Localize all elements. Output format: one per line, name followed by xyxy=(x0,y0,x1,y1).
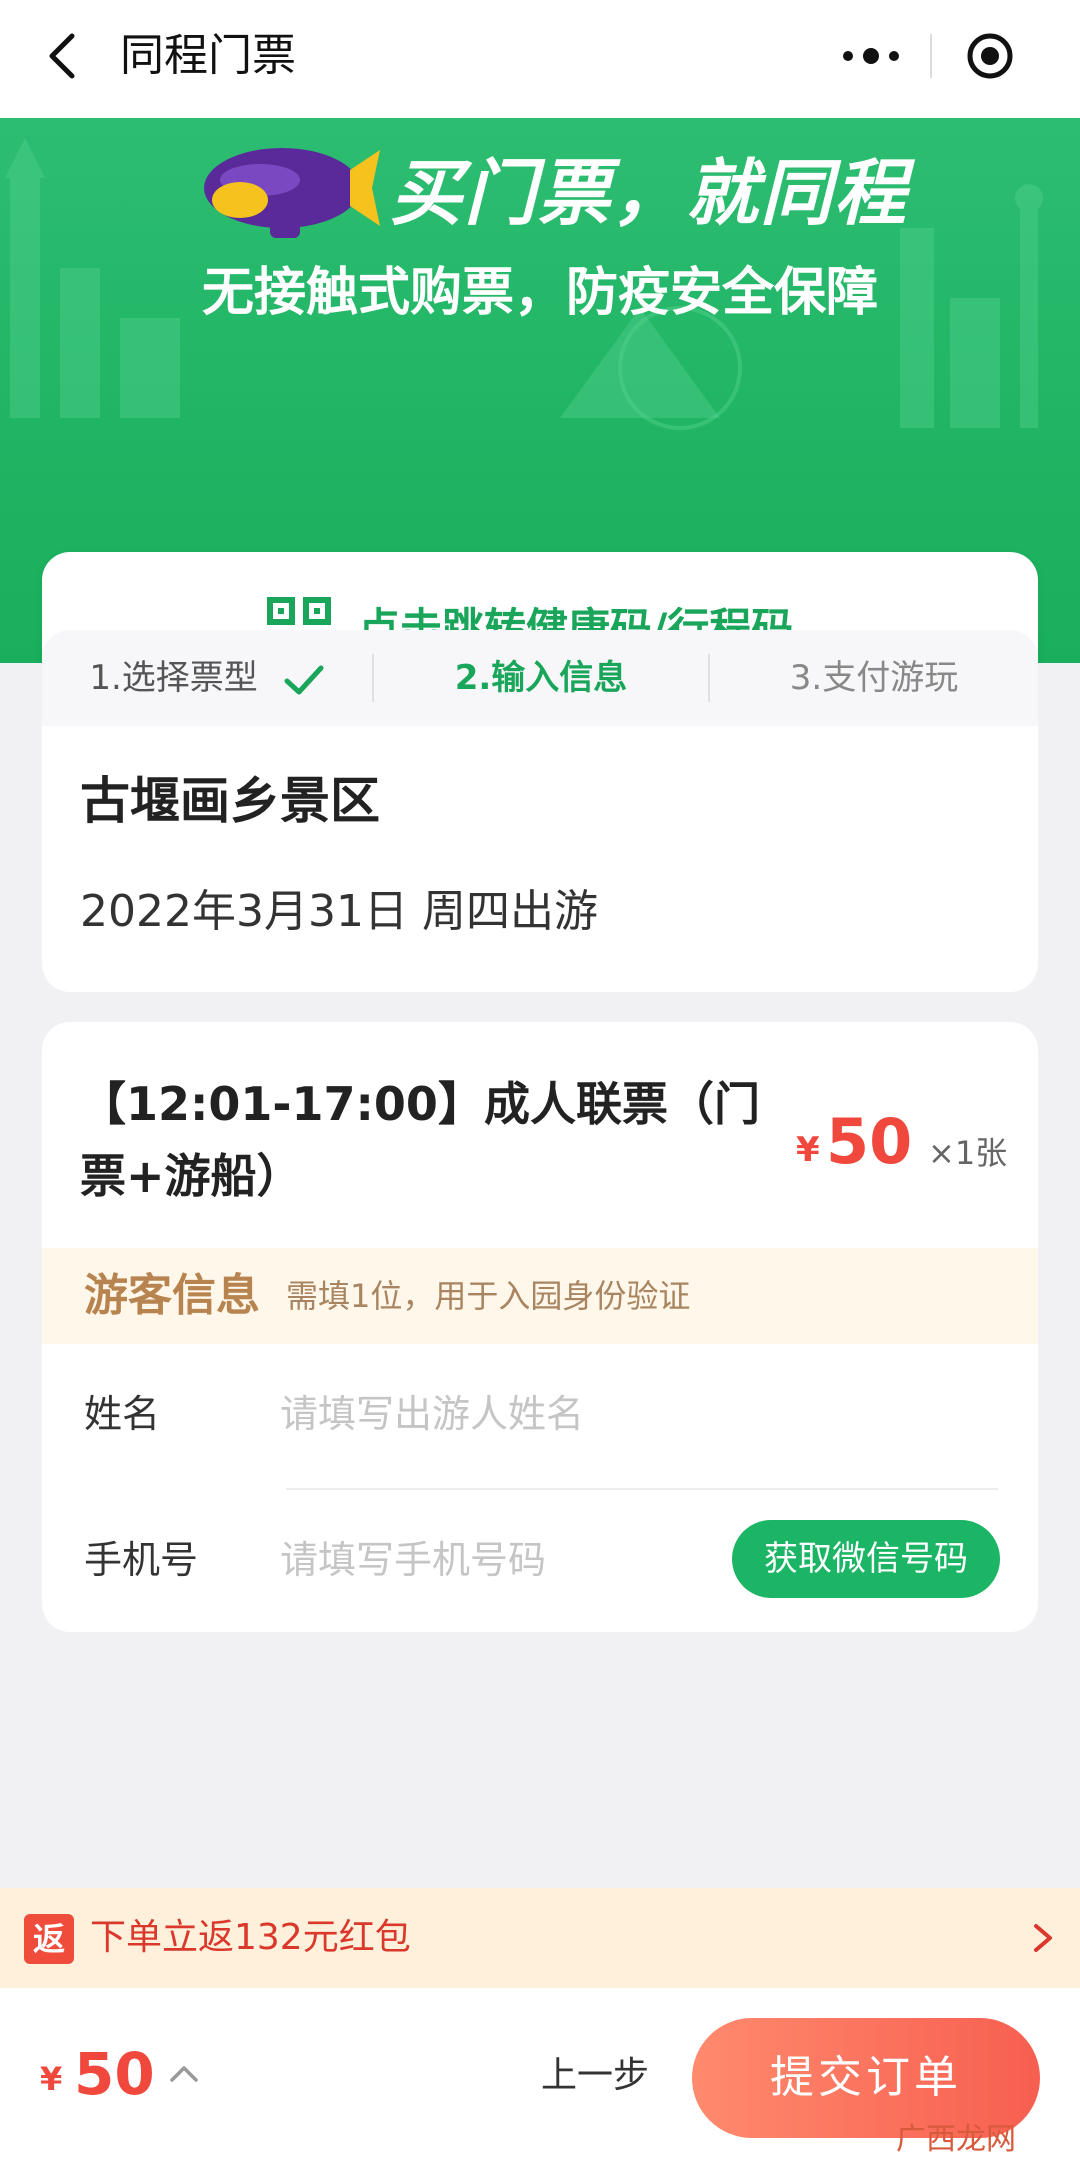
more-dots-icon[interactable] xyxy=(836,36,906,76)
visit-date: 2022年3月31日 周四出游 xyxy=(80,886,598,937)
circle-target-icon[interactable] xyxy=(966,32,1014,80)
checkmark-icon xyxy=(284,665,324,694)
page-title: 同程门票 xyxy=(120,30,296,81)
chevron-up-icon[interactable] xyxy=(166,2056,202,2092)
step-select-ticket: 1.选择票型 xyxy=(42,630,372,726)
capsule-divider xyxy=(930,34,932,78)
top-nav-bar: 同程门票 xyxy=(0,0,1080,118)
total-currency-symbol: ¥ xyxy=(40,2060,63,2098)
previous-step-button[interactable]: 上一步 xyxy=(530,2038,660,2114)
ticket-name: 【12:01-17:00】成人联票（门票+游船） xyxy=(80,1077,760,1203)
step-label: 2.输入信息 xyxy=(454,658,628,698)
total-price: 50 xyxy=(74,2040,155,2108)
ticket-quantity: ×1张 xyxy=(928,1134,1008,1172)
scenic-name: 古堰画乡景区 xyxy=(80,772,380,830)
step-indicator: 1.选择票型 2.输入信息 3.支付游玩 xyxy=(42,630,1038,726)
bottom-action-bar: ¥ 50 上一步 提交订单 广西龙网 xyxy=(0,1988,1080,2174)
step-label: 3.支付游玩 xyxy=(789,658,959,698)
step-pay: 3.支付游玩 xyxy=(710,630,1038,726)
guest-info-title: 游客信息 xyxy=(84,1270,260,1321)
ticket-price-value: 50 xyxy=(826,1105,913,1178)
chevron-right-icon xyxy=(1034,1924,1052,1952)
currency-symbol: ¥ xyxy=(796,1130,820,1170)
step-label: 1.选择票型 xyxy=(89,658,258,698)
phone-input[interactable] xyxy=(280,1530,720,1590)
banner-subslogan: 无接触式购票，防疫安全保障 xyxy=(201,263,878,323)
cashback-text: 下单立返132元红包 xyxy=(90,1917,411,1958)
scenic-info-card: 1.选择票型 2.输入信息 3.支付游玩 古堰画乡景区 2022年3月31日 周… xyxy=(42,630,1038,992)
blimp-logo-icon xyxy=(204,148,380,238)
row-divider xyxy=(286,1488,998,1490)
cashback-promo-bar[interactable]: 返 下单立返132元红包 xyxy=(0,1888,1080,1988)
ticket-price: ¥ 50 ×1张 xyxy=(796,1102,1016,1182)
watermark-text: 广西龙网 xyxy=(896,2122,1016,2157)
back-arrow-icon[interactable] xyxy=(36,26,96,86)
name-input[interactable] xyxy=(280,1384,760,1444)
banner-slogan: 买门票，就同程 xyxy=(390,151,909,235)
mini-program-capsule xyxy=(806,14,1054,98)
cashback-badge: 返 xyxy=(24,1914,74,1964)
step-enter-info: 2.输入信息 xyxy=(374,630,708,726)
site-watermark: 广西龙网 xyxy=(896,2106,1080,2166)
phone-label: 手机号 xyxy=(84,1538,199,1582)
name-label: 姓名 xyxy=(84,1392,161,1436)
promo-banner: 买门票，就同程 无接触式购票，防疫安全保障 点击跳转健康码/行程码 xyxy=(0,118,1080,663)
get-wechat-phone-button[interactable]: 获取微信号码 xyxy=(732,1520,1000,1598)
guest-info-note: 需填1位，用于入园身份验证 xyxy=(286,1277,691,1315)
ticket-card: 【12:01-17:00】成人联票（门票+游船） ¥ 50 ×1张 游客信息 需… xyxy=(42,1022,1038,1632)
guest-info-header: 游客信息 需填1位，用于入园身份验证 xyxy=(42,1248,1038,1344)
